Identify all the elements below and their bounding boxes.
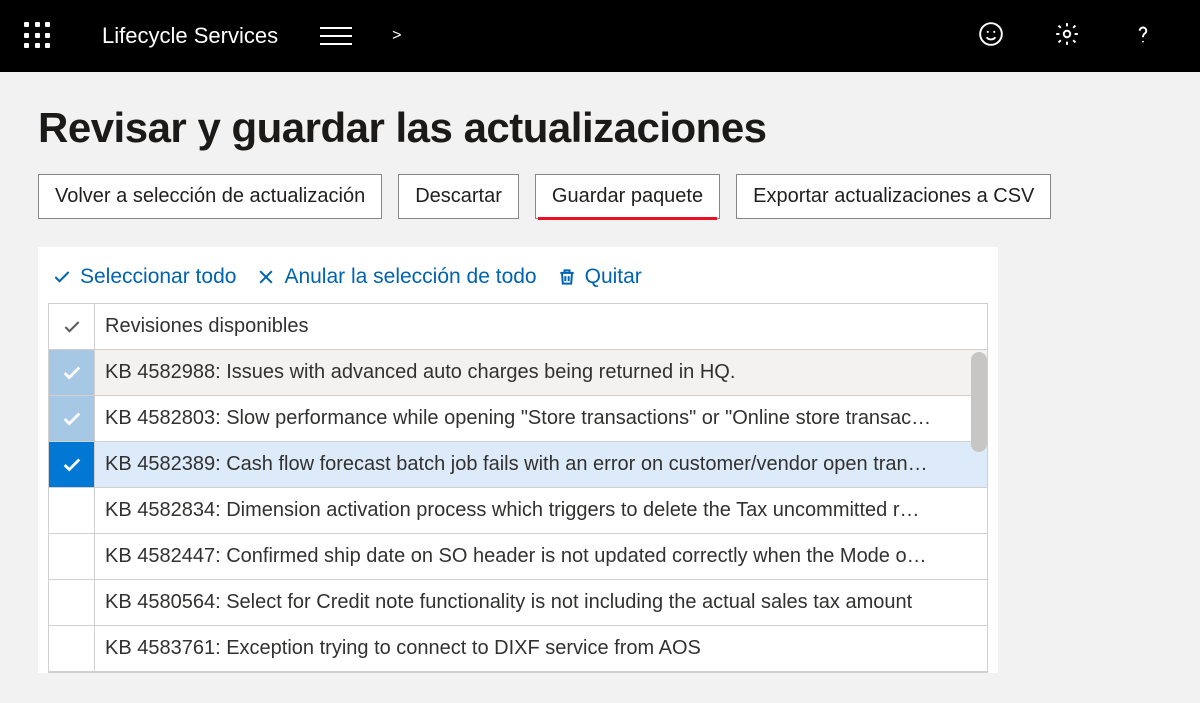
- trash-icon: [557, 267, 577, 287]
- table-row[interactable]: KB 4582988: Issues with advanced auto ch…: [49, 350, 987, 396]
- column-header-revisions[interactable]: Revisiones disponibles: [95, 304, 318, 349]
- check-icon: [52, 267, 72, 287]
- table-row[interactable]: KB 4582389: Cash flow forecast batch job…: [49, 442, 987, 488]
- row-checkbox[interactable]: [49, 488, 95, 533]
- gear-icon[interactable]: [1054, 21, 1080, 52]
- select-all-command[interactable]: Seleccionar todo: [52, 265, 236, 289]
- row-text: KB 4582834: Dimension activation process…: [95, 488, 987, 533]
- table-body: KB 4582988: Issues with advanced auto ch…: [49, 350, 987, 672]
- row-checkbox[interactable]: [49, 396, 95, 441]
- page-content: Revisar y guardar las actualizaciones Vo…: [0, 72, 1200, 673]
- app-title: Lifecycle Services: [102, 23, 278, 49]
- table-row[interactable]: KB 4582834: Dimension activation process…: [49, 488, 987, 534]
- row-text: KB 4583761: Exception trying to connect …: [95, 626, 987, 671]
- check-icon: [61, 408, 83, 430]
- topbar: Lifecycle Services >: [0, 0, 1200, 72]
- table-row[interactable]: KB 4582803: Slow performance while openi…: [49, 396, 987, 442]
- select-all-label: Seleccionar todo: [80, 265, 236, 289]
- help-icon[interactable]: [1130, 21, 1156, 52]
- table-row[interactable]: KB 4582447: Confirmed ship date on SO he…: [49, 534, 987, 580]
- back-to-selection-button[interactable]: Volver a selección de actualización: [38, 174, 382, 219]
- header-select-all-checkbox[interactable]: [49, 304, 95, 349]
- row-checkbox[interactable]: [49, 350, 95, 395]
- discard-button[interactable]: Descartar: [398, 174, 519, 219]
- remove-command[interactable]: Quitar: [557, 265, 642, 289]
- row-checkbox[interactable]: [49, 442, 95, 487]
- remove-label: Quitar: [585, 265, 642, 289]
- close-icon: [256, 267, 276, 287]
- action-button-row: Volver a selección de actualización Desc…: [38, 174, 1162, 219]
- page-title: Revisar y guardar las actualizaciones: [38, 104, 1162, 152]
- row-text: KB 4582447: Confirmed ship date on SO he…: [95, 534, 987, 579]
- scrollbar-thumb[interactable]: [971, 352, 987, 452]
- updates-panel: Seleccionar todo Anular la selección de …: [38, 247, 998, 673]
- check-icon: [61, 362, 83, 384]
- row-text: KB 4582803: Slow performance while openi…: [95, 396, 987, 441]
- check-icon: [62, 317, 82, 337]
- breadcrumb-caret: >: [392, 27, 401, 45]
- deselect-all-label: Anular la selección de todo: [284, 265, 536, 289]
- row-text: KB 4582389: Cash flow forecast batch job…: [95, 442, 987, 487]
- updates-table: Revisiones disponibles KB 4582988: Issue…: [48, 303, 988, 673]
- command-bar: Seleccionar todo Anular la selección de …: [48, 265, 988, 303]
- hamburger-icon[interactable]: [320, 27, 352, 45]
- breadcrumb-redacted: [441, 23, 811, 49]
- table-header: Revisiones disponibles: [49, 304, 987, 350]
- topbar-right: [978, 21, 1156, 52]
- table-row[interactable]: KB 4583761: Exception trying to connect …: [49, 626, 987, 672]
- app-launcher-icon[interactable]: [24, 22, 52, 50]
- row-checkbox[interactable]: [49, 580, 95, 625]
- export-csv-button[interactable]: Exportar actualizaciones a CSV: [736, 174, 1051, 219]
- row-text: KB 4582988: Issues with advanced auto ch…: [95, 350, 987, 395]
- row-checkbox[interactable]: [49, 534, 95, 579]
- row-text: KB 4580564: Select for Credit note funct…: [95, 580, 987, 625]
- save-package-button[interactable]: Guardar paquete: [535, 174, 720, 219]
- deselect-all-command[interactable]: Anular la selección de todo: [256, 265, 536, 289]
- row-checkbox[interactable]: [49, 626, 95, 671]
- table-row[interactable]: KB 4580564: Select for Credit note funct…: [49, 580, 987, 626]
- check-icon: [61, 454, 83, 476]
- feedback-smile-icon[interactable]: [978, 21, 1004, 52]
